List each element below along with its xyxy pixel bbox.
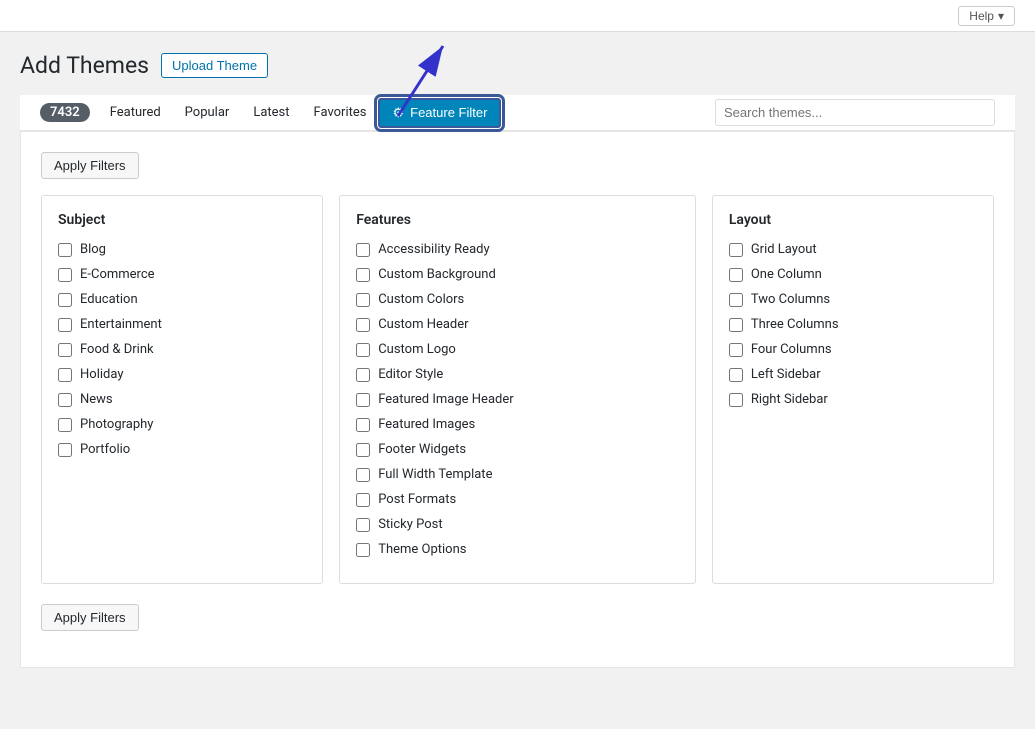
checkbox-two-columns[interactable]	[729, 293, 743, 307]
checkbox-three-columns[interactable]	[729, 318, 743, 332]
checkbox-item[interactable]: Blog	[58, 242, 306, 257]
checkbox-education[interactable]	[58, 293, 72, 307]
layout-heading: Layout	[729, 212, 977, 228]
checkbox-accessibility[interactable]	[356, 243, 370, 257]
apply-filters-button-top[interactable]: Apply Filters	[41, 152, 139, 179]
checkbox-item[interactable]: Four Columns	[729, 342, 977, 357]
checkbox-four-columns[interactable]	[729, 343, 743, 357]
checkbox-item[interactable]: News	[58, 392, 306, 407]
feature-filter-button[interactable]: ⚙ Feature Filter	[378, 98, 501, 128]
subject-column: Subject Blog E-Commerce Education Entert…	[41, 195, 323, 584]
checkbox-item[interactable]: Custom Colors	[356, 292, 679, 307]
main-content: Add Themes Upload Theme 7432 Featured Po…	[0, 32, 1035, 688]
help-button[interactable]: Help ▾	[958, 6, 1015, 26]
feature-filter-label: Feature Filter	[410, 105, 487, 120]
checkbox-featured-image-header[interactable]	[356, 393, 370, 407]
help-label: Help	[969, 9, 994, 23]
checkbox-item[interactable]: Featured Images	[356, 417, 679, 432]
checkbox-item[interactable]: Footer Widgets	[356, 442, 679, 457]
gear-icon: ⚙	[392, 105, 404, 121]
checkbox-custom-logo[interactable]	[356, 343, 370, 357]
features-heading: Features	[356, 212, 679, 228]
checkbox-item[interactable]: One Column	[729, 267, 977, 282]
checkbox-item[interactable]: Theme Options	[356, 542, 679, 557]
chevron-down-icon: ▾	[998, 9, 1004, 23]
checkbox-one-column[interactable]	[729, 268, 743, 282]
checkbox-item[interactable]: Custom Header	[356, 317, 679, 332]
checkbox-featured-images[interactable]	[356, 418, 370, 432]
checkbox-item[interactable]: Two Columns	[729, 292, 977, 307]
checkbox-item[interactable]: Custom Logo	[356, 342, 679, 357]
checkbox-custom-header[interactable]	[356, 318, 370, 332]
checkbox-theme-options[interactable]	[356, 543, 370, 557]
search-input[interactable]	[715, 99, 995, 126]
checkbox-portfolio[interactable]	[58, 443, 72, 457]
nav-section: 7432 Featured Popular Latest Favorites ⚙…	[20, 95, 1015, 131]
checkbox-right-sidebar[interactable]	[729, 393, 743, 407]
layout-column: Layout Grid Layout One Column Two Column…	[712, 195, 994, 584]
checkbox-item[interactable]: Holiday	[58, 367, 306, 382]
features-column: Features Accessibility Ready Custom Back…	[339, 195, 696, 584]
checkbox-item[interactable]: Custom Background	[356, 267, 679, 282]
tab-latest[interactable]: Latest	[241, 97, 301, 128]
upload-theme-button[interactable]: Upload Theme	[161, 53, 268, 78]
checkbox-sticky-post[interactable]	[356, 518, 370, 532]
checkbox-item[interactable]: Entertainment	[58, 317, 306, 332]
checkbox-food-drink[interactable]	[58, 343, 72, 357]
bottom-apply-wrapper: Apply Filters	[41, 604, 994, 647]
tab-favorites[interactable]: Favorites	[302, 97, 379, 128]
checkbox-entertainment[interactable]	[58, 318, 72, 332]
page-title: Add Themes	[20, 52, 149, 79]
apply-filters-button-bottom[interactable]: Apply Filters	[41, 604, 139, 631]
filter-columns: Subject Blog E-Commerce Education Entert…	[41, 195, 994, 584]
checkbox-custom-bg[interactable]	[356, 268, 370, 282]
checkbox-custom-colors[interactable]	[356, 293, 370, 307]
top-bar: Help ▾	[0, 0, 1035, 32]
checkbox-photography[interactable]	[58, 418, 72, 432]
tab-featured[interactable]: Featured	[98, 97, 173, 128]
checkbox-full-width[interactable]	[356, 468, 370, 482]
checkbox-item[interactable]: Accessibility Ready	[356, 242, 679, 257]
checkbox-left-sidebar[interactable]	[729, 368, 743, 382]
checkbox-item[interactable]: Grid Layout	[729, 242, 977, 257]
checkbox-item[interactable]: Sticky Post	[356, 517, 679, 532]
checkbox-item[interactable]: Portfolio	[58, 442, 306, 457]
subject-heading: Subject	[58, 212, 306, 228]
checkbox-item[interactable]: Left Sidebar	[729, 367, 977, 382]
checkbox-item[interactable]: Photography	[58, 417, 306, 432]
checkbox-item[interactable]: Education	[58, 292, 306, 307]
checkbox-blog[interactable]	[58, 243, 72, 257]
checkbox-item[interactable]: Full Width Template	[356, 467, 679, 482]
checkbox-item[interactable]: E-Commerce	[58, 267, 306, 282]
checkbox-item[interactable]: Post Formats	[356, 492, 679, 507]
checkbox-editor-style[interactable]	[356, 368, 370, 382]
checkbox-item[interactable]: Three Columns	[729, 317, 977, 332]
page-header: Add Themes Upload Theme	[20, 52, 1015, 79]
filter-panel: Apply Filters Subject Blog E-Commerce Ed…	[20, 131, 1015, 668]
checkbox-item[interactable]: Featured Image Header	[356, 392, 679, 407]
checkbox-item[interactable]: Food & Drink	[58, 342, 306, 357]
checkbox-footer-widgets[interactable]	[356, 443, 370, 457]
checkbox-news[interactable]	[58, 393, 72, 407]
theme-count: 7432	[40, 103, 90, 122]
checkbox-item[interactable]: Right Sidebar	[729, 392, 977, 407]
checkbox-item[interactable]: Editor Style	[356, 367, 679, 382]
checkbox-post-formats[interactable]	[356, 493, 370, 507]
checkbox-grid-layout[interactable]	[729, 243, 743, 257]
tab-popular[interactable]: Popular	[173, 97, 242, 128]
checkbox-ecommerce[interactable]	[58, 268, 72, 282]
checkbox-holiday[interactable]	[58, 368, 72, 382]
